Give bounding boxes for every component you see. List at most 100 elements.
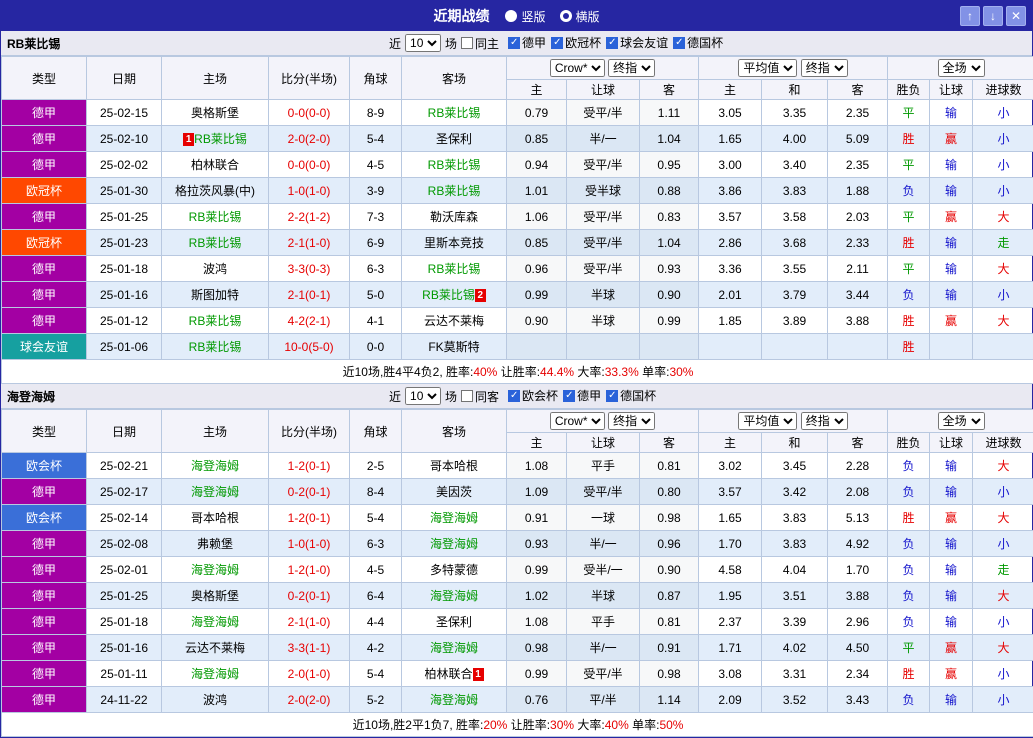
euro-draw-odds-cell: 4.04 xyxy=(762,557,828,583)
league-filter-checkbox[interactable]: 德甲 xyxy=(508,34,546,51)
col-score: 比分(半场) xyxy=(269,410,350,453)
col-score: 比分(半场) xyxy=(269,57,350,100)
away-team-cell: 海登海姆 xyxy=(402,505,507,531)
match-date-cell: 25-02-02 xyxy=(87,152,162,178)
away-team-name: RB莱比锡 xyxy=(428,158,481,172)
league-filter-label: 欧冠杯 xyxy=(565,34,601,51)
euro-draw-odds-cell: 3.58 xyxy=(762,204,828,230)
home-team-cell: RB莱比锡 xyxy=(162,308,269,334)
euro-mode-select[interactable]: 终指 xyxy=(801,59,848,77)
home-team-cell: 波鸿 xyxy=(162,256,269,282)
away-team-cell: 海登海姆 xyxy=(402,583,507,609)
scope-select[interactable]: 全场 xyxy=(938,59,985,77)
summary-text: 单率: xyxy=(629,718,660,732)
games-label: 场 xyxy=(445,35,457,52)
radio-label: 竖版 xyxy=(521,8,545,25)
asian-line-cell: 受平/半 xyxy=(567,256,640,282)
result-cell: 负 xyxy=(888,609,930,635)
corner-cell: 8-4 xyxy=(350,479,402,505)
same-venue-checkbox[interactable]: 同客 xyxy=(461,388,499,405)
checkbox-icon xyxy=(563,390,575,402)
score-cell: 2-1(1-0) xyxy=(269,609,350,635)
team-section-heidenheim: 海登海姆 近 10 场 同客 欧会杯德甲德国杯 类型 日期 主场 比分(半场) xyxy=(1,384,1032,737)
page-title: 近期战绩 xyxy=(433,6,489,26)
asian-source-select[interactable]: Crow* xyxy=(550,59,605,77)
match-row: 德甲25-02-08弗赖堡1-0(1-0)6-3海登海姆0.93半/一0.961… xyxy=(2,531,1033,557)
asian-away-odds-cell: 0.81 xyxy=(640,453,699,479)
scroll-up-button[interactable]: ↑ xyxy=(960,6,980,26)
filter-controls: 近 10 场 同主 德甲欧冠杯球会友谊德国杯 xyxy=(389,34,728,52)
same-venue-checkbox[interactable]: 同主 xyxy=(461,35,499,52)
league-filter-checkbox[interactable]: 德甲 xyxy=(563,387,601,404)
league-filter-checkbox[interactable]: 德国杯 xyxy=(673,34,723,51)
layout-radio-vertical[interactable]: 竖版 xyxy=(505,8,545,25)
handicap-result-cell: 赢 xyxy=(930,126,973,152)
away-team-cell: 海登海姆 xyxy=(402,635,507,661)
score-cell: 2-0(2-0) xyxy=(269,126,350,152)
asian-away-odds-cell: 1.14 xyxy=(640,687,699,713)
away-team-cell: 柏林联合1 xyxy=(402,661,507,687)
league-filter-checkbox[interactable]: 欧冠杯 xyxy=(551,34,601,51)
home-team-name: 波鸿 xyxy=(203,262,227,276)
euro-source-select[interactable]: 平均值 xyxy=(738,412,797,430)
result-cell: 胜 xyxy=(888,334,930,360)
score-cell: 0-0(0-0) xyxy=(269,100,350,126)
score-cell: 3-3(0-3) xyxy=(269,256,350,282)
rank-badge: 1 xyxy=(183,133,194,146)
score-cell: 0-2(0-1) xyxy=(269,583,350,609)
asian-away-odds-cell: 1.04 xyxy=(640,126,699,152)
asian-away-odds-cell: 0.98 xyxy=(640,505,699,531)
league-type-cell: 欧冠杯 xyxy=(2,178,87,204)
asian-mode-select[interactable]: 终指 xyxy=(608,412,655,430)
euro-draw-odds-cell: 3.51 xyxy=(762,583,828,609)
euro-mode-select[interactable]: 终指 xyxy=(801,412,848,430)
result-cell: 负 xyxy=(888,531,930,557)
team-section-leipzig: RB莱比锡 近 10 场 同主 德甲欧冠杯球会友谊德国杯 类型 日期 主场 比分… xyxy=(1,31,1032,384)
euro-home-odds-cell xyxy=(699,334,762,360)
corner-cell: 5-2 xyxy=(350,687,402,713)
asian-home-odds-cell: 0.96 xyxy=(507,256,567,282)
match-row: 德甲25-02-101RB莱比锡2-0(2-0)5-4圣保利0.85半/一1.0… xyxy=(2,126,1033,152)
result-cell: 平 xyxy=(888,635,930,661)
league-filter-label: 德甲 xyxy=(577,387,601,404)
asian-mode-select[interactable]: 终指 xyxy=(608,59,655,77)
asian-line-cell: 平手 xyxy=(567,453,640,479)
goals-result-cell: 大 xyxy=(973,256,1033,282)
match-count-select[interactable]: 10 xyxy=(405,387,441,405)
handicap-result-cell: 输 xyxy=(930,453,973,479)
asian-home-odds-cell: 1.08 xyxy=(507,453,567,479)
score-cell: 2-2(1-2) xyxy=(269,204,350,230)
euro-odds-header: 平均值 终指 xyxy=(699,57,888,80)
score-cell: 0-2(0-1) xyxy=(269,479,350,505)
match-row: 德甲25-01-18波鸿3-3(0-3)6-3RB莱比锡0.96受平/半0.93… xyxy=(2,256,1033,282)
layout-radio-horizontal[interactable]: 横版 xyxy=(560,8,600,25)
league-filter-checkbox[interactable]: 球会友谊 xyxy=(606,34,668,51)
home-team-cell: 波鸿 xyxy=(162,687,269,713)
match-row: 欧会杯25-02-21海登海姆1-2(0-1)2-5哥本哈根1.08平手0.81… xyxy=(2,453,1033,479)
match-count-select[interactable]: 10 xyxy=(405,34,441,52)
score-cell: 1-0(1-0) xyxy=(269,178,350,204)
close-button[interactable]: ✕ xyxy=(1006,6,1026,26)
asian-line-cell: 平手 xyxy=(567,609,640,635)
euro-home-odds-cell: 3.08 xyxy=(699,661,762,687)
match-date-cell: 25-02-14 xyxy=(87,505,162,531)
col-corner: 角球 xyxy=(350,57,402,100)
checkbox-icon xyxy=(551,37,563,49)
scroll-down-button[interactable]: ↓ xyxy=(983,6,1003,26)
handicap-result-cell: 赢 xyxy=(930,661,973,687)
asian-home-odds-cell: 0.76 xyxy=(507,687,567,713)
asian-home-odds-cell: 0.99 xyxy=(507,282,567,308)
result-cell: 负 xyxy=(888,583,930,609)
league-filter-checkbox[interactable]: 德国杯 xyxy=(606,387,656,404)
league-filter-checkbox[interactable]: 欧会杯 xyxy=(508,387,558,404)
asian-home-odds-cell: 0.93 xyxy=(507,531,567,557)
col-euro-draw: 和 xyxy=(762,433,828,453)
euro-source-select[interactable]: 平均值 xyxy=(738,59,797,77)
asian-source-select[interactable]: Crow* xyxy=(550,412,605,430)
away-team-name: 海登海姆 xyxy=(430,693,478,707)
match-row: 欧冠杯25-01-30格拉茨风暴(中)1-0(1-0)3-9RB莱比锡1.01受… xyxy=(2,178,1033,204)
col-away: 客场 xyxy=(402,57,507,100)
title-bar: 近期战绩 竖版 横版 ↑ ↓ ✕ xyxy=(1,1,1032,31)
asian-line-cell: 半球 xyxy=(567,308,640,334)
scope-select[interactable]: 全场 xyxy=(938,412,985,430)
